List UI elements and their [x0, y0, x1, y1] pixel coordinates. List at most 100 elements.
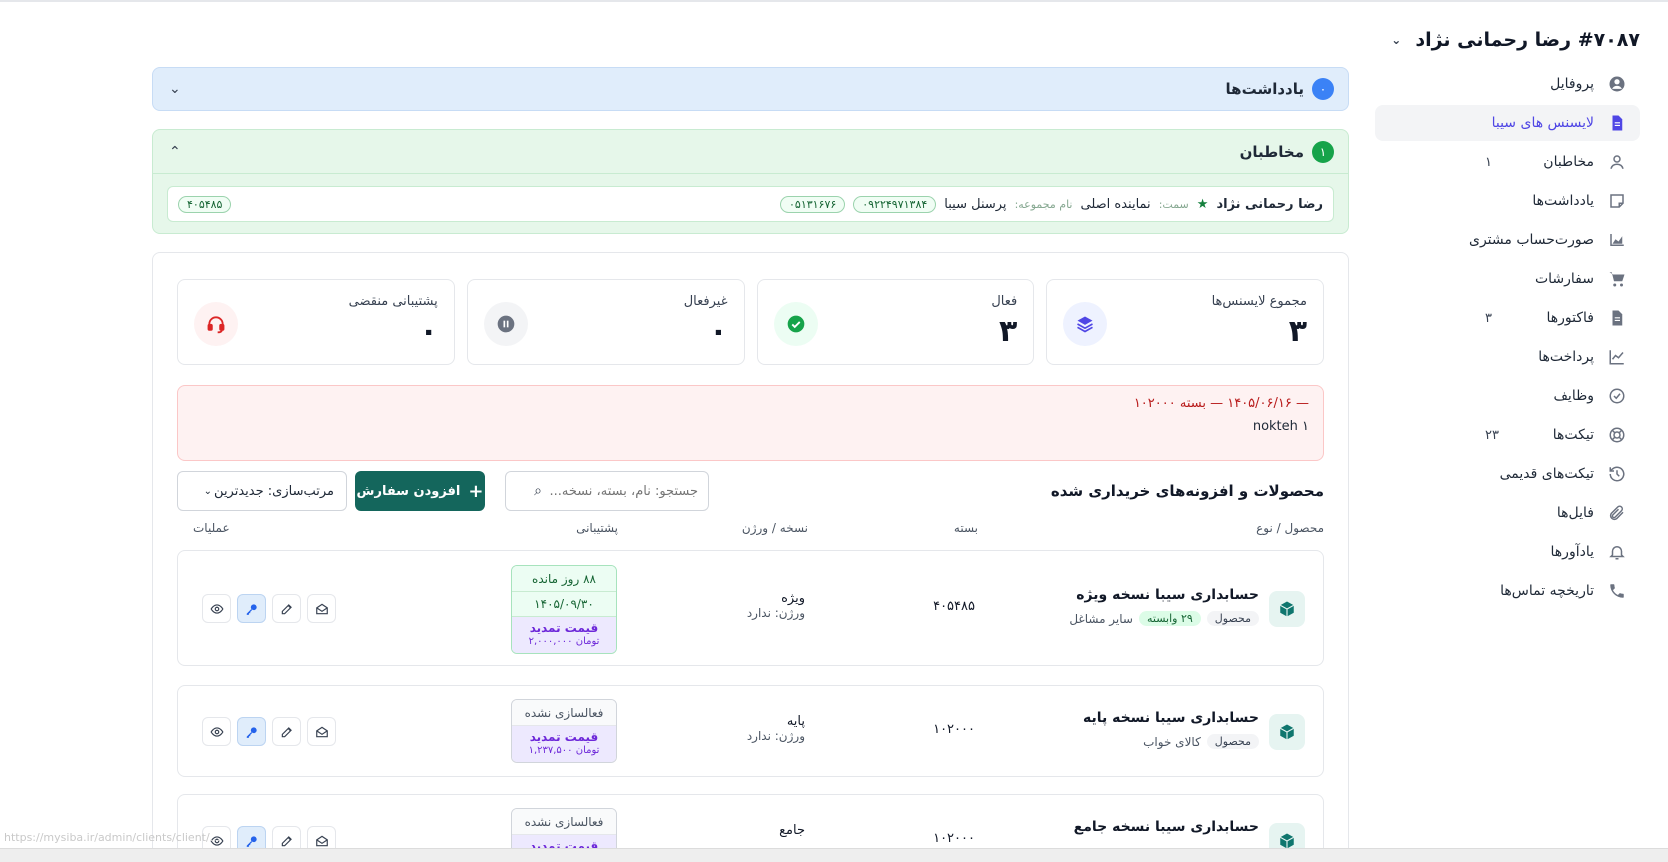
sidebar-item-statement[interactable]: صورت‌حساب مشتری — [1375, 222, 1640, 258]
product-related-chip[interactable]: ۲۹ وابسته — [1138, 611, 1201, 626]
column-version: نسخه / ورژن — [741, 521, 808, 535]
view-button[interactable] — [202, 717, 231, 746]
contacts-count-badge: ۱ — [1485, 154, 1492, 170]
pause-circle-icon — [483, 302, 528, 346]
sidebar-item-orders[interactable]: سفارشات — [1375, 261, 1640, 297]
sidebar-item-files[interactable]: فایل‌ها — [1375, 495, 1640, 531]
key-button[interactable] — [237, 717, 266, 746]
renew-label: قیمت تمدید — [529, 730, 599, 744]
mail-button[interactable] — [307, 594, 336, 623]
layers-icon — [1063, 302, 1108, 346]
product-name[interactable]: حسابداری سیبا نسخه ویژه — [1076, 587, 1259, 603]
contact-row[interactable]: رضا رحمانی نژاد ★ سمت: نماینده اصلی نام … — [167, 186, 1334, 222]
renew-price: تومان ۲,۰۰۰,۰۰۰ — [528, 636, 600, 647]
product-version-text: ورژن: ندارد — [746, 606, 805, 620]
user-circle-icon — [1608, 75, 1626, 93]
search-box[interactable]: ⌕ — [505, 471, 709, 511]
mail-icon — [315, 603, 328, 614]
sidebar-item-tasks[interactable]: وظایف — [1375, 378, 1640, 414]
sidebar-item-licenses[interactable]: لایسنس های سیبا — [1375, 105, 1640, 141]
line-chart-icon — [1608, 348, 1626, 366]
contact-code-tag[interactable]: ۴۰۵۴۸۵ — [178, 195, 232, 213]
sidebar-nav: پروفایل لایسنس های سیبا مخاطبان ۱ یادداش… — [1375, 66, 1640, 609]
mail-button[interactable] — [307, 717, 336, 746]
stat-support-expired: پشتیبانی منقضی ۰ — [177, 279, 455, 365]
product-bundle: ۱۰۲۰۰۰ — [933, 831, 975, 846]
product-type-chip: محصول — [1206, 611, 1259, 626]
contact-mobile-tag[interactable]: ۰۹۲۲۴۹۷۱۳۸۴ — [853, 195, 937, 213]
stat-value: ۳ — [1288, 314, 1307, 349]
alert-line-2: nokteh ۱ — [1252, 419, 1309, 434]
support-date: ۱۴۰۵/۰۹/۳۰ — [512, 592, 616, 617]
stats-row: مجموع لایسنس‌ها ۳ فعال ۳ غیرفعال ۰ پشتیب… — [177, 279, 1324, 365]
sidebar-item-label: وظایف — [1553, 388, 1594, 404]
sidebar-item-label: پروفایل — [1550, 76, 1594, 92]
sidebar-item-call-history[interactable]: تاریخچه تماس‌ها — [1375, 573, 1640, 609]
client-title[interactable]: #۷۰۸۷ رضا رحمانی نژاد ⌄ — [1375, 24, 1640, 56]
phone-icon — [1608, 582, 1626, 600]
edit-icon — [281, 726, 292, 737]
bell-icon — [1608, 543, 1626, 561]
box-icon — [1269, 714, 1305, 750]
edit-icon — [281, 835, 292, 846]
document-icon — [1608, 114, 1626, 132]
column-operations: عملیات — [193, 521, 230, 535]
check-circle-icon — [1608, 387, 1626, 405]
sidebar-item-label: یادآورها — [1550, 544, 1594, 560]
cart-icon — [1608, 270, 1626, 288]
products-header: محصولات و افزونه‌های خریداری شده ⌕ + افز… — [177, 471, 1324, 511]
support-inactive-label: فعالسازی نشده — [512, 809, 616, 835]
notes-panel-header[interactable]: ۰ یادداشت‌ها ⌄ — [152, 67, 1349, 111]
add-order-button[interactable]: + افزودن سفارش — [355, 471, 485, 511]
renew-price-box[interactable]: قیمت تمدید تومان ۲,۰۰۰,۰۰۰ — [512, 617, 616, 653]
contact-phone-tag[interactable]: ۰۵۱۳۱۶۷۶ — [780, 195, 846, 213]
sidebar-item-tickets[interactable]: تیکت‌ها ۲۳ — [1375, 417, 1640, 453]
contacts-panel-header[interactable]: ۱ مخاطبان ⌃ — [153, 130, 1348, 174]
support-inactive-label: فعالسازی نشده — [512, 700, 616, 726]
sidebar-item-invoices[interactable]: فاکتورها ۳ — [1375, 300, 1640, 336]
product-edition: ویژه — [781, 591, 805, 606]
person-icon — [1608, 153, 1626, 171]
chevron-down-icon: ⌄ — [169, 81, 181, 97]
chevron-down-icon: ⌄ — [1391, 33, 1402, 47]
key-icon — [246, 835, 257, 847]
edit-button[interactable] — [272, 594, 301, 623]
sidebar-item-contacts[interactable]: مخاطبان ۱ — [1375, 144, 1640, 180]
row-operations — [202, 717, 336, 746]
edit-icon — [281, 603, 292, 614]
product-name[interactable]: حسابداری سیبا نسخه پایه — [1083, 710, 1259, 726]
product-version-text: ورژن: ندارد — [746, 729, 805, 743]
chart-area-icon — [1608, 231, 1626, 249]
check-circle-icon — [773, 302, 818, 346]
sidebar-item-old-tickets[interactable]: تیکت‌های قدیمی — [1375, 456, 1640, 492]
contact-group-label: نام مجموعه: — [1014, 197, 1073, 211]
search-input[interactable] — [548, 483, 698, 499]
alert-box: — ۱۴۰۵/۰۶/۱۶ — بسته ۱۰۲۰۰۰ nokteh ۱ — [177, 385, 1324, 461]
key-button[interactable] — [237, 594, 266, 623]
view-button[interactable] — [202, 594, 231, 623]
stat-inactive: غیرفعال ۰ — [466, 279, 745, 365]
stat-active: فعال ۳ — [756, 279, 1035, 365]
sidebar-item-notes[interactable]: یادداشت‌ها — [1375, 183, 1640, 219]
sidebar-item-reminders[interactable]: یادآورها — [1375, 534, 1640, 570]
product-name[interactable]: حسابداری سیبا نسخه جامع — [1074, 819, 1259, 835]
sort-select[interactable]: مرتب‌سازی: جدیدترین ⌄ — [177, 471, 347, 511]
row-operations — [202, 594, 336, 623]
lifebuoy-icon — [1608, 426, 1626, 444]
search-icon: ⌕ — [534, 483, 542, 499]
top-border — [0, 0, 1668, 2]
product-category: سایر مشاغل — [1069, 611, 1133, 626]
sidebar-item-payments[interactable]: پرداخت‌ها — [1375, 339, 1640, 375]
eye-icon — [209, 603, 224, 614]
sidebar-item-profile[interactable]: پروفایل — [1375, 66, 1640, 102]
plus-icon: + — [468, 480, 484, 502]
headset-icon — [194, 302, 238, 346]
stat-value: ۳ — [998, 314, 1018, 349]
edit-button[interactable] — [272, 717, 301, 746]
renew-label: قیمت تمدید — [529, 621, 599, 635]
chevron-up-icon: ⌃ — [169, 144, 181, 160]
table-row: حسابداری سیبا نسخه پایه محصول کالای خواب… — [177, 685, 1324, 777]
client-sidebar: #۷۰۸۷ رضا رحمانی نژاد ⌄ پروفایل لایسنس ه… — [1375, 24, 1640, 612]
renew-price-box[interactable]: قیمت تمدید تومان ۱,۲۳۷,۵۰۰ — [512, 726, 616, 762]
invoice-icon — [1608, 309, 1626, 327]
